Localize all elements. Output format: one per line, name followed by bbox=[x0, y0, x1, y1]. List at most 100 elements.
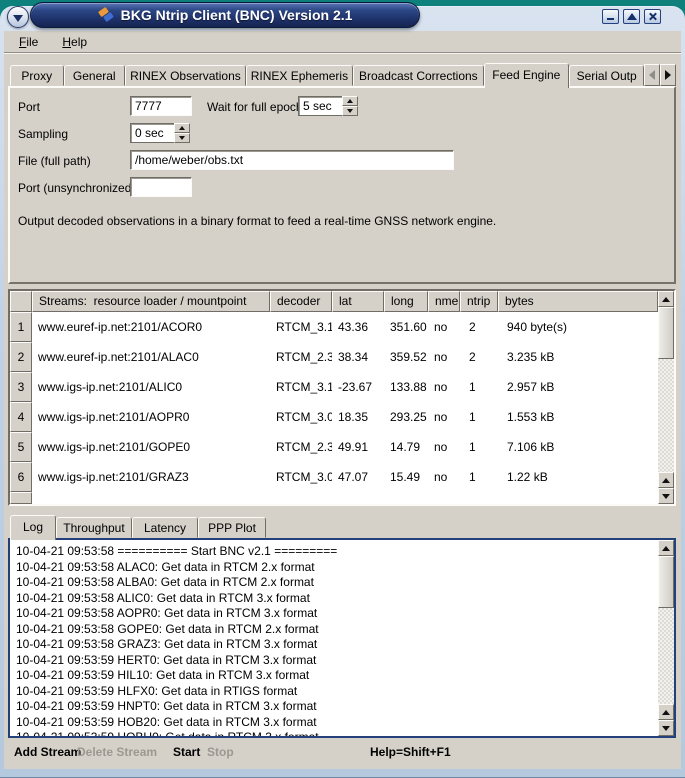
sampling-up-button[interactable] bbox=[174, 123, 190, 133]
table-row[interactable]: 2 www.euref-ip.net:2101/ALAC0 RTCM_2.3 3… bbox=[10, 342, 658, 372]
header-nmea[interactable]: nmea bbox=[428, 291, 460, 312]
header-long[interactable]: long bbox=[384, 291, 428, 312]
log-line: 10-04-21 09:53:58 ALAC0: Get data in RTC… bbox=[16, 560, 658, 576]
window-menu-button[interactable] bbox=[7, 6, 29, 28]
cell-long: 14.79 bbox=[384, 432, 428, 462]
scroll-down-button[interactable] bbox=[658, 720, 674, 736]
cell-bytes: 7.106 kB bbox=[498, 432, 658, 462]
close-button[interactable] bbox=[644, 9, 661, 24]
tab-feed-engine[interactable]: Feed Engine bbox=[484, 63, 569, 88]
tab-log[interactable]: Log bbox=[10, 515, 56, 540]
cell-decoder: RTCM_2.3 bbox=[270, 432, 332, 462]
row-number[interactable]: 3 bbox=[10, 372, 32, 402]
chevron-left-icon bbox=[649, 70, 655, 80]
scroll-up-button-bottom[interactable] bbox=[658, 704, 674, 720]
scroll-up-button[interactable] bbox=[658, 291, 674, 307]
scroll-up-button[interactable] bbox=[658, 540, 674, 556]
sampling-spinbox[interactable]: 0 sec bbox=[130, 123, 190, 143]
add-stream-button[interactable]: Add Stream bbox=[14, 745, 81, 759]
tab-ppp-plot[interactable]: PPP Plot bbox=[198, 517, 266, 538]
header-bytes[interactable]: bytes bbox=[498, 291, 658, 312]
scrollbar-thumb[interactable] bbox=[658, 307, 674, 359]
tab-rinex-observations[interactable]: RINEX Observations bbox=[125, 65, 246, 86]
wait-epoch-down-button[interactable] bbox=[342, 106, 358, 116]
table-filler bbox=[10, 492, 658, 504]
sampling-down-button[interactable] bbox=[174, 133, 190, 143]
tab-broadcast-corrections[interactable]: Broadcast Corrections bbox=[353, 65, 484, 86]
tab-serial-output[interactable]: Serial Outp bbox=[569, 65, 644, 86]
menubar: File Help bbox=[4, 31, 681, 53]
desktop: { "window": { "title": "BKG Ntrip Client… bbox=[0, 0, 685, 778]
port-input[interactable] bbox=[130, 96, 192, 116]
tab-rinex-ephemeris[interactable]: RINEX Ephemeris bbox=[246, 65, 353, 86]
file-full-path-label: File (full path) bbox=[18, 154, 91, 168]
tab-throughput[interactable]: Throughput bbox=[56, 517, 132, 538]
arrow-up-icon bbox=[662, 546, 670, 551]
log-line: 10-04-21 09:53:59 HLFX0: Get data in RTI… bbox=[16, 684, 658, 700]
tab-proxy[interactable]: Proxy bbox=[10, 65, 64, 86]
tab-general[interactable]: General bbox=[64, 65, 125, 86]
table-row[interactable]: 1 www.euref-ip.net:2101/ACOR0 RTCM_3.1 4… bbox=[10, 312, 658, 342]
header-ntrip[interactable]: ntrip bbox=[460, 291, 498, 312]
maximize-button[interactable] bbox=[623, 9, 640, 24]
streams-table-viewport: Streams: resource loader / mountpoint de… bbox=[10, 291, 658, 504]
table-row[interactable]: 5 www.igs-ip.net:2101/GOPE0 RTCM_2.3 49.… bbox=[10, 432, 658, 462]
spin-up-icon bbox=[347, 99, 353, 103]
scrollbar-thumb[interactable] bbox=[658, 556, 674, 608]
tab-scroll-right-button[interactable] bbox=[660, 64, 676, 86]
table-row[interactable]: 4 www.igs-ip.net:2101/AOPR0 RTCM_3.0 18.… bbox=[10, 402, 658, 432]
cell-ntrip: 1 bbox=[460, 432, 498, 462]
header-mountpoint[interactable]: Streams: resource loader / mountpoint bbox=[32, 291, 270, 312]
wait-for-full-epoch-label: Wait for full epoch bbox=[207, 100, 303, 114]
row-number[interactable]: 4 bbox=[10, 402, 32, 432]
start-button[interactable]: Start bbox=[173, 745, 200, 759]
table-row[interactable]: 6 www.igs-ip.net:2101/GRAZ3 RTCM_3.0 47.… bbox=[10, 462, 658, 492]
table-row[interactable]: 3 www.igs-ip.net:2101/ALIC0 RTCM_3.1 -23… bbox=[10, 372, 658, 402]
row-number[interactable]: 6 bbox=[10, 462, 32, 492]
cell-nmea: no bbox=[428, 372, 460, 402]
cell-ntrip: 2 bbox=[460, 312, 498, 342]
streams-table-header: Streams: resource loader / mountpoint de… bbox=[10, 291, 658, 312]
row-number[interactable]: 2 bbox=[10, 342, 32, 372]
cell-nmea: no bbox=[428, 312, 460, 342]
wait-epoch-up-button[interactable] bbox=[342, 96, 358, 106]
minimize-icon bbox=[607, 18, 614, 20]
cell-lat: -23.67 bbox=[332, 372, 384, 402]
scroll-down-button[interactable] bbox=[658, 488, 674, 504]
arrow-up-icon bbox=[662, 710, 670, 715]
header-lat[interactable]: lat bbox=[332, 291, 384, 312]
minimize-button[interactable] bbox=[602, 9, 619, 24]
menu-help[interactable]: Help bbox=[57, 33, 92, 51]
row-number[interactable]: 5 bbox=[10, 432, 32, 462]
tab-latency[interactable]: Latency bbox=[132, 517, 198, 538]
log-scrollbar[interactable] bbox=[658, 540, 674, 736]
scrollbar-track[interactable] bbox=[658, 359, 674, 472]
titlebar[interactable]: BKG Ntrip Client (BNC) Version 2.1 bbox=[30, 2, 420, 28]
cell-bytes: 2.957 kB bbox=[498, 372, 658, 402]
scrollbar-track[interactable] bbox=[658, 608, 674, 704]
menu-file[interactable]: File bbox=[14, 33, 43, 51]
log-line: 10-04-21 09:53:58 GOPE0: Get data in RTC… bbox=[16, 622, 658, 638]
cell-decoder: RTCM_2.3 bbox=[270, 342, 332, 372]
cell-long: 15.49 bbox=[384, 462, 428, 492]
port-unsynchronized-input[interactable] bbox=[130, 177, 192, 197]
file-full-path-input[interactable] bbox=[130, 150, 454, 170]
cell-long: 293.25 bbox=[384, 402, 428, 432]
delete-stream-button: Delete Stream bbox=[77, 745, 157, 759]
row-number[interactable]: 1 bbox=[10, 312, 32, 342]
log-line: 10-04-21 09:53:59 HERT0: Get data in RTC… bbox=[16, 653, 658, 669]
row-number-partial bbox=[10, 492, 32, 504]
header-decoder[interactable]: decoder bbox=[270, 291, 332, 312]
log-line: 10-04-21 09:53:59 HIL10: Get data in RTC… bbox=[16, 668, 658, 684]
arrow-up-icon bbox=[662, 478, 670, 483]
table-scrollbar[interactable] bbox=[658, 291, 674, 504]
window-controls bbox=[602, 9, 661, 24]
cell-lat: 43.36 bbox=[332, 312, 384, 342]
bnc-app-icon bbox=[98, 7, 114, 23]
cell-mountpoint: www.igs-ip.net:2101/AOPR0 bbox=[32, 402, 270, 432]
settings-tabwidget: Proxy General RINEX Observations RINEX E… bbox=[8, 61, 676, 284]
wait-epoch-spinbox[interactable]: 5 sec bbox=[298, 96, 358, 116]
scroll-up-button-bottom[interactable] bbox=[658, 472, 674, 488]
cell-mountpoint: www.igs-ip.net:2101/GOPE0 bbox=[32, 432, 270, 462]
settings-tabbar: Proxy General RINEX Observations RINEX E… bbox=[8, 61, 676, 86]
